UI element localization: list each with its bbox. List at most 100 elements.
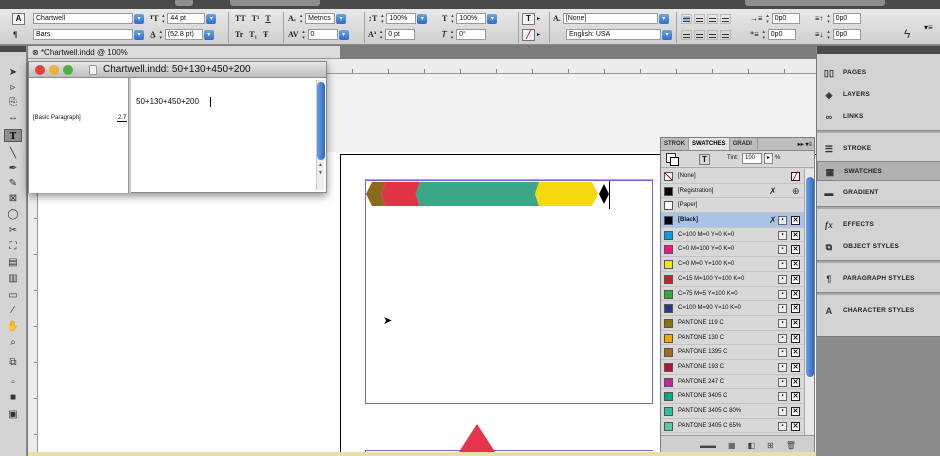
swatch-row[interactable]: PANTONE 247 C ▪ ✕ — [661, 375, 804, 390]
zoom-tool-icon[interactable]: ⌕ — [4, 336, 22, 349]
first-line-indent-field[interactable]: ⁺≡ ▴ ▾ 0p0 — [750, 28, 796, 41]
stroke-swatch-icon[interactable] — [670, 157, 679, 166]
underline-button[interactable]: T — [265, 14, 270, 23]
show-all-swatches-icon[interactable]: ▬▬ — [700, 441, 716, 450]
pen-tool-icon[interactable]: ✒ — [4, 162, 22, 175]
swatch-row[interactable]: PANTONE 130 C ▪ ✕ — [661, 331, 804, 346]
vertical-scale-field[interactable]: ↕T ▴ ▾ 100% ▾ — [368, 12, 428, 25]
close-button[interactable] — [35, 65, 45, 75]
free-transform-tool-icon[interactable]: ⛶ — [4, 240, 22, 253]
stepper-icon[interactable]: ▴ ▾ — [449, 29, 455, 41]
skew-field[interactable]: 𝑇 ▴ ▾ 0° — [442, 28, 487, 41]
align-towards-spine-button[interactable] — [720, 13, 731, 24]
justify-all-button[interactable] — [720, 29, 731, 40]
new-swatch-icon[interactable]: ⊞ — [767, 441, 774, 450]
page-tool-icon[interactable]: ⎘ — [4, 96, 22, 109]
tint-field[interactable]: 100 — [742, 153, 762, 164]
scroll-down-arrow-icon[interactable]: ▼ — [318, 170, 323, 176]
font-size-field[interactable]: ᵀT ▴ ▾ 44 pt ▾ — [150, 12, 217, 25]
space-after-field[interactable]: ≡↓ ▴ ▾ 0p0 — [815, 28, 861, 41]
swatch-scrollbar[interactable] — [804, 169, 814, 435]
screen-mode-icon[interactable]: ▣ — [4, 408, 22, 421]
stepper-icon[interactable]: ▴ ▾ — [765, 13, 771, 25]
quick-apply-icon[interactable]: ϟ — [904, 27, 910, 41]
stroke-text-button[interactable]: ╱ ▸ — [522, 28, 540, 41]
swatch-row[interactable]: [None] ╱ — [661, 169, 804, 184]
dock-item-stroke[interactable]: ☰ STROKE — [817, 139, 940, 159]
stepper-icon[interactable]: ▴ ▾ — [301, 29, 307, 41]
stepper-icon[interactable]: ▴ ▾ — [160, 13, 166, 25]
stepper-icon[interactable]: ▴ ▾ — [378, 29, 384, 41]
swatch-row[interactable]: C=75 M=5 Y=100 K=0 ▪ ✕ — [661, 287, 804, 302]
swatch-row[interactable]: C=100 M=0 Y=0 K=0 ▪ ✕ — [661, 228, 804, 243]
swatch-row[interactable]: [Black] ✗ ▪ ✕ — [661, 213, 804, 228]
dock-item-pages[interactable]: ▯▯ PAGES — [817, 63, 940, 83]
text-frame[interactable] — [365, 180, 653, 404]
swatch-row[interactable]: [Registration] ✗ ⊕ — [661, 184, 804, 199]
font-family-select[interactable]: Chartwell ▾ — [33, 12, 144, 25]
gradient-feather-tool-icon[interactable]: ▥ — [4, 272, 22, 285]
baseline-field[interactable]: Aª ▴ ▾ 0 pt — [368, 28, 416, 41]
dock-item-object-styles[interactable]: ⧉ OBJECT STYLES — [817, 237, 940, 257]
superscript-button[interactable]: T¹ — [252, 14, 260, 23]
story-editor-titlebar[interactable]: Chartwell.indd: 50+130+450+200 — [29, 62, 326, 78]
formatting-affects-container-icon[interactable]: ▫ — [4, 376, 22, 389]
panel-grip[interactable] — [0, 46, 26, 52]
zoom-button[interactable] — [63, 65, 73, 75]
justify-left-button[interactable] — [681, 29, 692, 40]
swatch-row[interactable]: C=100 M=90 Y=10 K=0 ▪ ✕ — [661, 301, 804, 316]
dock-item-layers[interactable]: ◈ LAYERS — [817, 85, 940, 105]
menu-strip-control[interactable] — [230, 0, 320, 6]
fill-text-button[interactable]: T ▸ — [522, 12, 540, 25]
dock-item-gradient[interactable]: ▬ GRADIENT — [817, 183, 940, 203]
search-field[interactable] — [745, 0, 885, 6]
align-center-button[interactable] — [694, 13, 705, 24]
leading-field[interactable]: A̲ ▴ ▾ (52.8 pt) ▾ — [150, 28, 214, 41]
stepper-icon[interactable]: ▴ ▾ — [826, 29, 832, 41]
kerning-field[interactable]: Aᵥ ▴ ▾ Metrics ▾ — [288, 12, 347, 25]
swatch-row[interactable]: PANTONE 1395 C ▪ ✕ — [661, 345, 804, 360]
dock-item-character-styles[interactable]: A CHARACTER STYLES — [817, 301, 940, 321]
direct-selection-tool-icon[interactable]: ▹ — [4, 81, 22, 94]
story-text[interactable]: 50+130+450+200 — [136, 97, 199, 106]
left-indent-field[interactable]: →≡ ▴ ▾ 0p0 — [750, 12, 800, 25]
strikethrough-button[interactable]: Ŧ — [263, 30, 268, 39]
column-divider[interactable] — [129, 78, 131, 193]
dock-item-links[interactable]: ∞ LINKS — [817, 107, 940, 127]
language-select[interactable]: English: USA ▾ — [566, 28, 672, 41]
swatch-row[interactable]: PANTONE 193 C ▪ ✕ — [661, 360, 804, 375]
stepper-icon[interactable]: ▴ ▾ — [298, 13, 304, 25]
apply-color-icon[interactable]: ■ — [4, 391, 22, 404]
panel-menu-icon[interactable]: ▸▸ ▾≡ — [796, 138, 814, 150]
swatch-row[interactable]: PANTONE 3405 C ▪ ✕ — [661, 389, 804, 404]
swatch-row[interactable]: PANTONE 119 C ▪ ✕ — [661, 316, 804, 331]
space-before-field[interactable]: ≡↑ ▴ ▾ 0p0 — [815, 12, 861, 25]
subscript-button[interactable]: T₁ — [249, 30, 257, 39]
selection-tool-icon[interactable]: ➤ — [4, 66, 22, 79]
align-right-button[interactable] — [707, 13, 718, 24]
scroll-thumb[interactable] — [806, 177, 814, 377]
dock-item-effects[interactable]: fx EFFECTS — [817, 215, 940, 235]
swatch-row[interactable]: C=15 M=100 Y=100 K=0 ▪ ✕ — [661, 272, 804, 287]
fill-stroke-swap-icon[interactable]: ⧉ — [4, 356, 22, 369]
document-tab[interactable]: ⊗ *Chartwell.indd @ 100% — [28, 46, 340, 59]
all-caps-button[interactable]: TT — [235, 14, 246, 23]
close-icon[interactable]: ⊗ — [32, 48, 41, 57]
gap-tool-icon[interactable]: ↔ — [4, 111, 22, 124]
story-scrollbar[interactable]: ▲ ▼ — [316, 80, 325, 190]
hand-tool-icon[interactable]: ✋ — [4, 320, 22, 333]
horizontal-scale-field[interactable]: T ▴ ▾ 100% ▾ — [442, 12, 498, 25]
scissors-tool-icon[interactable]: ✂ — [4, 224, 22, 237]
swatch-row[interactable]: PANTONE 3405 C 80% ▪ ✕ — [661, 404, 804, 419]
align-left-button[interactable] — [681, 13, 692, 24]
stepper-icon[interactable]: ▴ ▾ — [826, 13, 832, 25]
rectangle-frame-tool-icon[interactable]: ⊠ — [4, 192, 22, 205]
tracking-field[interactable]: AV ▴ ▾ 0 ▾ — [288, 28, 349, 41]
scroll-up-arrow-icon[interactable]: ▲ — [318, 162, 323, 168]
gradient-tool-icon[interactable]: ▤ — [4, 256, 22, 269]
formatting-affects-text-icon[interactable]: T — [699, 154, 710, 165]
stepper-icon[interactable]: ▴ ▾ — [158, 29, 164, 41]
show-color-swatches-icon[interactable]: ▦ — [728, 441, 736, 450]
show-gradient-swatches-icon[interactable]: ◧ — [748, 441, 756, 450]
delete-swatch-icon[interactable]: 🗑 — [786, 441, 796, 450]
